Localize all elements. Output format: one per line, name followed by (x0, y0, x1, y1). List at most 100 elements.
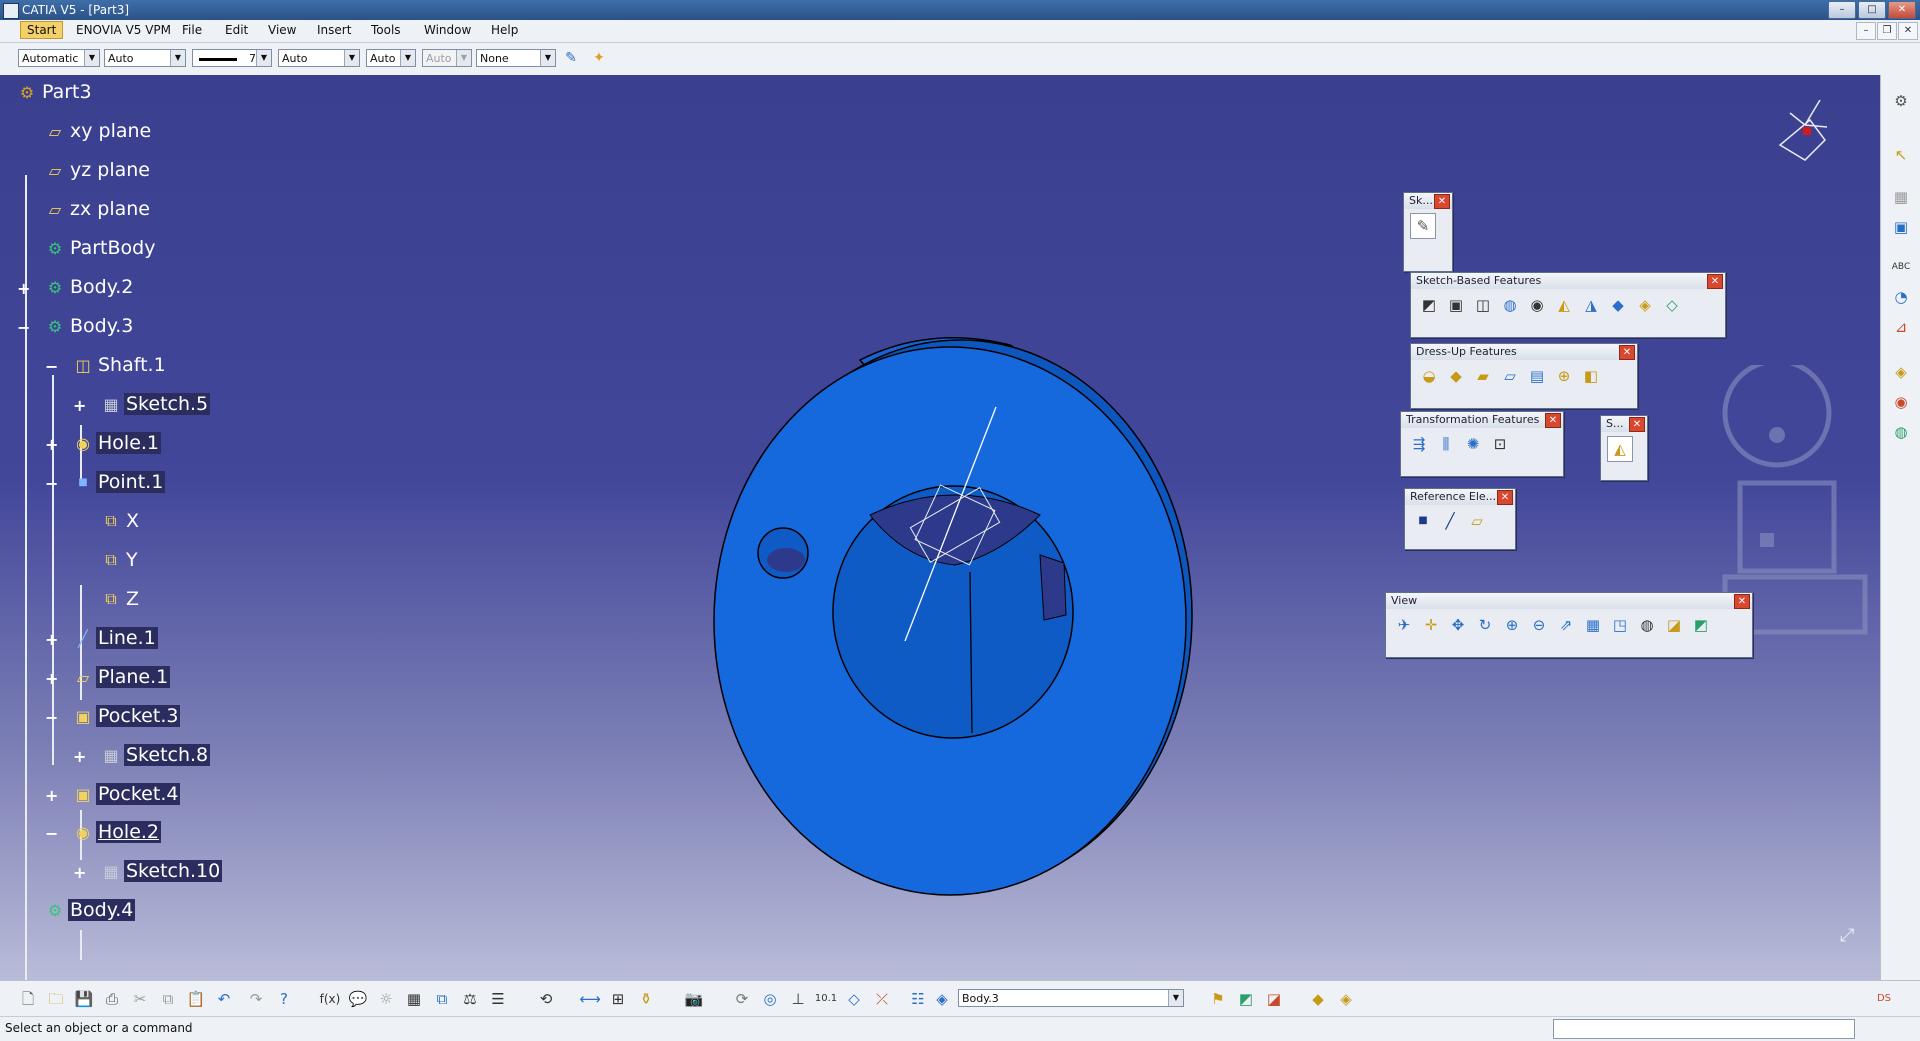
menu-help[interactable]: Help (491, 23, 518, 37)
apply-material-icon[interactable]: ◔ (1889, 285, 1913, 309)
point-type-combo[interactable]: Auto ▼ (366, 49, 416, 67)
work-object-icon[interactable]: ◈ (930, 987, 954, 1011)
line-icon[interactable]: ╱ (1438, 509, 1462, 533)
chevron-down-icon[interactable]: ▼ (344, 50, 359, 66)
constraint-icon[interactable]: ⤫ (870, 987, 894, 1011)
cut-icon[interactable]: ✂ (128, 987, 152, 1011)
menu-view[interactable]: View (268, 23, 296, 37)
workbench-gear-icon[interactable]: ⚙ (1889, 89, 1913, 113)
maximize-button[interactable]: □ (1858, 1, 1886, 19)
expand-icon[interactable]: + (73, 865, 86, 881)
print-icon[interactable]: ⎙ (100, 987, 124, 1011)
collapse-icon[interactable]: − (45, 826, 58, 842)
point-icon[interactable]: ■ (1411, 509, 1435, 533)
groove-icon[interactable]: ◍ (1498, 293, 1522, 317)
compass-icon[interactable] (1765, 85, 1835, 165)
insert-body-icon[interactable]: ⚑ (1206, 987, 1230, 1011)
sketch-icon[interactable]: ▦ (1889, 185, 1913, 209)
transparency-combo[interactable]: Auto ▼ (104, 49, 186, 67)
layer-combo[interactable]: None ▼ (476, 49, 556, 67)
chevron-down-icon[interactable]: ▼ (400, 50, 415, 66)
hole-icon[interactable]: ◉ (1525, 293, 1549, 317)
close-icon[interactable]: ✕ (1619, 345, 1635, 360)
tree-node-pocket4[interactable]: ▣ Pocket.4 (70, 781, 181, 807)
copy-icon[interactable]: ⧉ (156, 987, 180, 1011)
pattern-icon[interactable]: ✺ (1461, 432, 1485, 456)
insert-geometric-set-icon[interactable]: ◩ (1234, 987, 1258, 1011)
measure-inertia-icon[interactable]: ⚱ (634, 987, 658, 1011)
shading-icon[interactable]: ◍ (1635, 613, 1659, 637)
tree-node-xy-plane[interactable]: ▱ xy plane (42, 118, 153, 144)
collapse-icon[interactable]: − (17, 320, 30, 336)
expand-icon[interactable]: + (45, 671, 58, 687)
part-geometry[interactable] (0, 75, 1880, 980)
menu-start[interactable]: Start (20, 21, 64, 39)
insert-ordered-set-icon[interactable]: ◪ (1262, 987, 1286, 1011)
tree-node-x[interactable]: ⧉ X (98, 508, 141, 534)
menu-tools[interactable]: Tools (371, 23, 401, 37)
tree-node-y[interactable]: ⧉ Y (98, 547, 140, 573)
chevron-down-icon[interactable]: ▼ (170, 50, 185, 66)
axis-icon[interactable]: ⊥ (786, 987, 810, 1011)
apply-style-icon[interactable]: ◆ (1306, 987, 1330, 1011)
menu-enovia[interactable]: ENOVIA V5 VPM (76, 23, 171, 37)
plane-icon[interactable]: ▱ (1465, 509, 1489, 533)
mirror-icon[interactable]: ⫼ (1434, 432, 1458, 456)
menu-file[interactable]: File (182, 23, 202, 37)
swap-visible-space-icon[interactable]: ◩ (1689, 613, 1713, 637)
minimize-button[interactable]: – (1828, 1, 1856, 19)
chevron-down-icon[interactable]: ▼ (256, 50, 271, 66)
power-input-field[interactable] (1553, 1019, 1855, 1039)
chevron-down-icon[interactable]: ▼ (540, 50, 555, 66)
tree-node-hole2[interactable]: ◉ Hole.2 (70, 819, 162, 845)
hide-show-icon[interactable]: ◪ (1662, 613, 1686, 637)
paste-icon[interactable]: 📋 (184, 987, 208, 1011)
tree-node-sketch5[interactable]: ▦ Sketch.5 (98, 391, 211, 417)
tree-node-hole1[interactable]: ◉ Hole.1 (70, 430, 162, 456)
whats-this-icon[interactable]: ? (272, 987, 296, 1011)
slot-icon[interactable]: ◮ (1579, 293, 1603, 317)
expand-icon[interactable]: + (45, 437, 58, 453)
reset-icon[interactable]: ⟳ (730, 987, 754, 1011)
expand-icon[interactable]: + (73, 398, 86, 414)
material-library-icon[interactable]: ◈ (1334, 987, 1358, 1011)
knowledge-icon[interactable]: ☰ (486, 987, 510, 1011)
zoom-in-icon[interactable]: ⊕ (1500, 613, 1524, 637)
isometric-view-icon[interactable]: ◳ (1608, 613, 1632, 637)
close-icon[interactable]: ✕ (1629, 417, 1645, 432)
capture-icon[interactable]: 📷 (682, 987, 706, 1011)
law-icon[interactable]: ⚖ (458, 987, 482, 1011)
pad-icon[interactable]: ◩ (1417, 293, 1441, 317)
doc-restore-button[interactable]: ❐ (1877, 22, 1897, 40)
color-combo[interactable]: Automatic ▼ (18, 49, 100, 67)
tree-node-zx-plane[interactable]: ▱ zx plane (42, 196, 152, 222)
translation-icon[interactable]: ⇶ (1407, 432, 1431, 456)
pocket-icon[interactable]: ▣ (1444, 293, 1468, 317)
catia-app-icon[interactable] (3, 3, 19, 19)
menu-insert[interactable]: Insert (317, 23, 351, 37)
redo-icon[interactable]: ↷ (244, 987, 268, 1011)
measure-between-icon[interactable]: ⟷ (578, 987, 602, 1011)
tree-node-sketch10[interactable]: ▦ Sketch.10 (98, 858, 223, 884)
design-table-icon[interactable]: ▦ (402, 987, 426, 1011)
undo-icon[interactable]: ↶ (212, 987, 236, 1011)
shell-icon[interactable]: ▱ (1498, 364, 1522, 388)
collapse-icon[interactable]: − (45, 710, 58, 726)
boolean-remove-icon[interactable]: ◉ (1889, 390, 1913, 414)
chamfer-icon[interactable]: ◆ (1444, 364, 1468, 388)
removed-multi-section-icon[interactable]: ◇ (1660, 293, 1684, 317)
edge-fillet-icon[interactable]: ◒ (1417, 364, 1441, 388)
close-icon[interactable]: ✕ (1545, 413, 1561, 428)
boolean-add-icon[interactable]: ◈ (1889, 360, 1913, 384)
normal-view-icon[interactable]: ⇗ (1554, 613, 1578, 637)
rotate-icon[interactable]: ↻ (1473, 613, 1497, 637)
zoom-out-icon[interactable]: ⊖ (1527, 613, 1551, 637)
3d-compass-icon[interactable]: ◇ (842, 987, 866, 1011)
catalog-icon[interactable]: ⧉ (430, 987, 454, 1011)
scaling-icon[interactable]: ⊡ (1488, 432, 1512, 456)
close-icon[interactable]: ✕ (1497, 490, 1513, 505)
remove-face-icon[interactable]: ◧ (1579, 364, 1603, 388)
current-body-combo[interactable]: Body.3 ▼ (958, 989, 1184, 1007)
list-icon[interactable]: ☷ (906, 987, 930, 1011)
comment-icon[interactable]: 💬 (346, 987, 370, 1011)
